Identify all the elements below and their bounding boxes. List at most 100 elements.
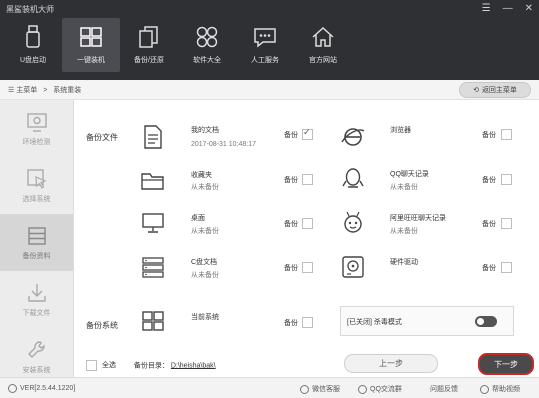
status-bar: VER[2.5.44.1220] 微信客服 QQ交流群 问题反馈 帮助视频: [0, 377, 539, 398]
step-backup-data[interactable]: 备份资料: [0, 214, 73, 271]
item-subtext: 从未备份: [390, 184, 418, 191]
breadcrumb-bar: ☰ 主菜单 > 系统重装 ⟲ 返回主菜单: [0, 80, 539, 100]
item-subtext: 从未备份: [191, 228, 219, 235]
version-info: VER[2.5.44.1220]: [8, 384, 75, 393]
desktop-icon: [142, 213, 164, 233]
step-label: 环境检测: [22, 138, 51, 146]
nav-backup-restore[interactable]: 备份/还原: [120, 18, 178, 72]
backup-checkbox-browser[interactable]: [501, 129, 512, 140]
windows-system-icon: [142, 311, 164, 331]
backup-checkbox-label: 备份: [482, 221, 496, 228]
backup-checkbox-favorites[interactable]: [302, 174, 313, 185]
current-system-name: 当前系统: [191, 314, 219, 321]
info-icon: [8, 384, 17, 393]
step-env-check[interactable]: 环境检测: [0, 100, 73, 157]
document-icon: [144, 125, 162, 149]
nav-label: U盘启动: [19, 57, 47, 64]
backup-dir-label: 备份目录：: [133, 362, 169, 370]
step-select-system[interactable]: 选择系统: [0, 157, 73, 214]
window-controls: ☰ — ✕: [482, 3, 533, 14]
backup-checkbox-label: 备份: [284, 132, 298, 139]
item-subtext: 从未备份: [191, 272, 219, 279]
monitor-check-icon: [26, 112, 47, 132]
home-icon: [312, 26, 334, 47]
backup-checkbox-aliwangwang[interactable]: [501, 218, 512, 229]
backup-system-label: 备份系统: [86, 321, 118, 330]
browser-icon: [341, 128, 365, 146]
prev-step-button[interactable]: 上一步: [344, 354, 438, 373]
nav-label: 备份/还原: [134, 57, 164, 64]
nav-software[interactable]: 软件大全: [178, 18, 236, 72]
drive-icon: [142, 257, 164, 278]
step-label: 选择系统: [22, 195, 51, 203]
chat-icon: [254, 28, 276, 48]
backup-checkbox-qq[interactable]: [501, 174, 512, 185]
wechat-service-link[interactable]: 微信客服: [300, 384, 340, 394]
nav-label: 官方网站: [309, 57, 337, 64]
backup-dir-link[interactable]: D:\heisha\bak\: [171, 362, 216, 369]
item-name: C盘文档: [191, 259, 218, 266]
backup-checkbox-label: 备份: [284, 320, 298, 327]
feedback-label: 问题反馈: [430, 386, 458, 393]
select-all-checkbox[interactable]: [86, 360, 97, 371]
nav-label: 一键装机: [77, 57, 105, 64]
back-to-main-button[interactable]: ⟲ 返回主菜单: [459, 82, 531, 98]
breadcrumb: ☰ 主菜单 > 系统重装: [8, 85, 81, 95]
nav-one-click-install[interactable]: 一键装机: [62, 18, 120, 72]
item-name: 收藏夹: [191, 172, 212, 179]
item-name: 硬件驱动: [390, 259, 418, 266]
title-bar: 黑鲨装机大师 ☰ — ✕ U盘启动 一键装机 备份/还原 软件大全 人工服务 官…: [0, 0, 539, 80]
menu-small-icon: ☰: [8, 87, 17, 94]
item-name: 我的文档: [191, 127, 219, 134]
aliwangwang-icon: [344, 211, 362, 233]
back-arrow-icon: ⟲: [473, 87, 479, 94]
app-title: 黑鲨装机大师: [6, 5, 54, 14]
nav-label: 软件大全: [193, 57, 221, 64]
breadcrumb-home[interactable]: 主菜单: [16, 87, 37, 94]
antivirus-mode-toggle[interactable]: [475, 316, 497, 327]
help-video-link[interactable]: 帮助视频: [480, 384, 520, 394]
backup-checkbox-system[interactable]: [302, 317, 313, 328]
folder-icon: [141, 173, 164, 190]
item-name: 桌面: [191, 215, 205, 222]
wrench-icon: [27, 340, 45, 358]
menu-icon[interactable]: ☰: [482, 3, 491, 14]
back-button-label: 返回主菜单: [481, 87, 517, 94]
steps-sidebar: 环境检测 选择系统 备份资料 下载文件 安装系统: [0, 100, 74, 377]
backup-checkbox-label: 备份: [482, 132, 496, 139]
backup-checkbox-hardware-driver[interactable]: [501, 262, 512, 273]
windows-icon: [80, 27, 102, 47]
item-name: QQ聊天记录: [390, 171, 429, 178]
qq-group-link[interactable]: QQ交流群: [358, 384, 402, 394]
nav-official-site[interactable]: 官方网站: [294, 18, 352, 72]
backup-files-label: 备份文件: [86, 133, 118, 142]
version-text: VER[2.5.44.1220]: [20, 385, 76, 392]
cursor-icon: [26, 168, 47, 189]
backup-checkbox-label: 备份: [284, 221, 298, 228]
close-icon[interactable]: ✕: [525, 3, 533, 14]
apps-icon: [196, 26, 218, 48]
usb-icon: [26, 25, 40, 48]
backup-checkbox-label: 备份: [482, 265, 496, 272]
step-download-files[interactable]: 下载文件: [0, 271, 73, 328]
main-content: 备份文件 我的文档 2017-08-31 10:48:17 备份 浏览器 备份 …: [74, 100, 539, 377]
wechat-label: 微信客服: [312, 386, 340, 393]
backup-checkbox-my-documents[interactable]: [302, 127, 313, 140]
nav-manual-service[interactable]: 人工服务: [236, 18, 294, 72]
backup-checkbox-c-drive-docs[interactable]: [302, 262, 313, 273]
next-step-button[interactable]: 下一步: [478, 353, 534, 375]
step-label: 备份资料: [22, 252, 51, 260]
backup-checkbox-label: 备份: [284, 177, 298, 184]
backup-checkbox-desktop[interactable]: [302, 218, 313, 229]
minimize-icon[interactable]: —: [503, 3, 513, 14]
item-subtext: 从未备份: [191, 184, 219, 191]
play-icon: [480, 384, 489, 394]
storage-icon: [27, 226, 46, 245]
item-name: 阿里旺旺聊天记录: [390, 215, 446, 222]
feedback-link[interactable]: 问题反馈: [430, 384, 458, 394]
nav-label: 人工服务: [251, 57, 279, 64]
nav-usb-boot[interactable]: U盘启动: [4, 18, 62, 72]
qq-penguin-icon: [342, 168, 364, 188]
step-label: 安装系统: [22, 366, 51, 374]
qq-label: QQ交流群: [370, 386, 402, 393]
